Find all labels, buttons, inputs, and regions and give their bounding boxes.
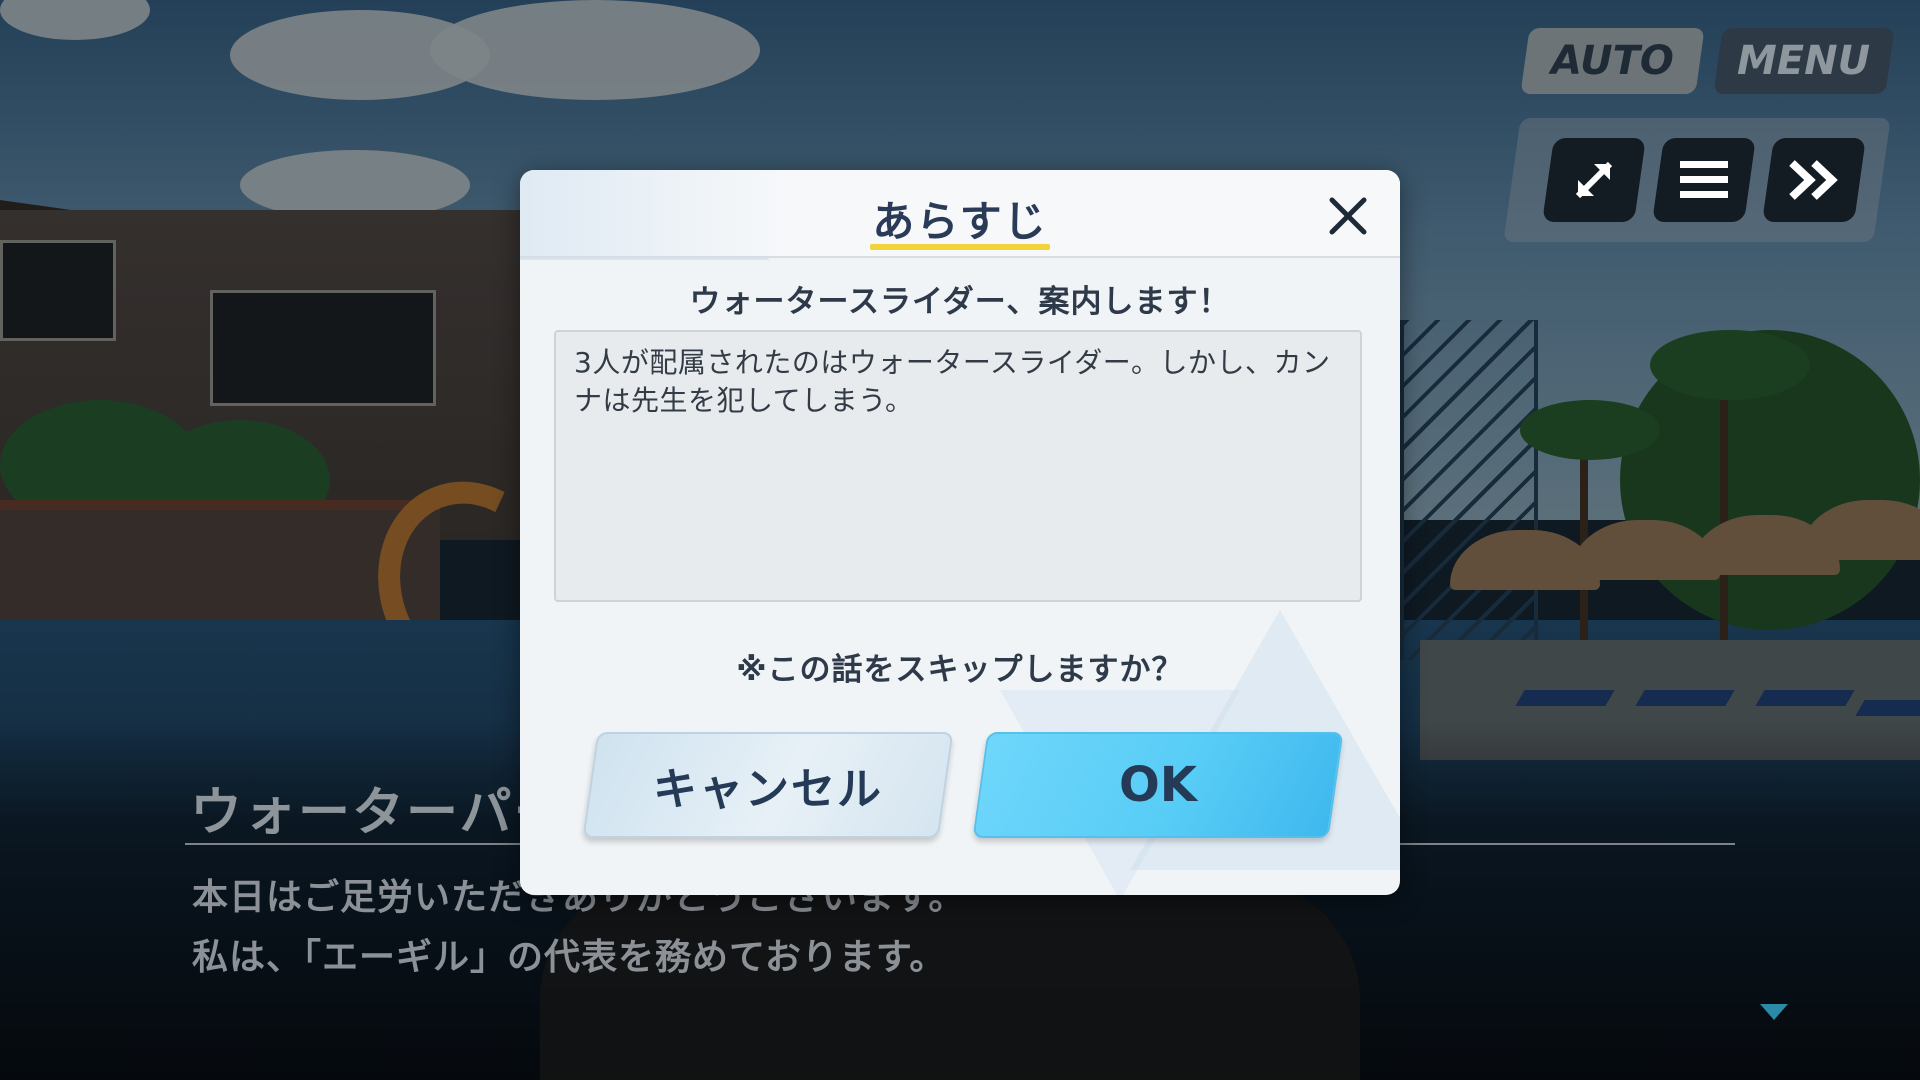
dialogue-line-2: 私は、「エーギル」の代表を務めております。 xyxy=(192,937,947,978)
log-icon xyxy=(1680,161,1728,198)
synopsis-dialog: あらすじ ウォータースライダー、案内します！ 3人が配属されたのはウォータースラ… xyxy=(520,170,1400,895)
menu-label: MENU xyxy=(1737,38,1871,84)
ok-label: OK xyxy=(1119,757,1197,813)
next-indicator-icon xyxy=(1760,1004,1788,1020)
episode-title: ウォータースライダー、案内します！ xyxy=(689,284,1231,320)
cancel-label: キャンセル xyxy=(653,764,883,815)
dialog-title: あらすじ xyxy=(872,197,1048,246)
auto-button[interactable]: AUTO xyxy=(1520,28,1705,94)
ok-button[interactable]: OK xyxy=(972,732,1344,838)
auto-label: AUTO xyxy=(1551,38,1674,84)
close-icon xyxy=(1329,197,1367,235)
speaker-name: ウォーターパー xyxy=(190,783,568,843)
log-button[interactable] xyxy=(1652,138,1756,222)
expand-button[interactable] xyxy=(1542,138,1646,222)
synopsis-text: 3人が配属されたのはウォータースライダー。しかし、カンナは先生を犯してしまう。 xyxy=(554,330,1362,602)
fast-forward-icon xyxy=(1789,160,1838,200)
expand-icon xyxy=(1575,161,1613,199)
menu-button[interactable]: MENU xyxy=(1713,28,1895,94)
fast-forward-button[interactable] xyxy=(1762,138,1866,222)
close-button[interactable] xyxy=(1324,192,1372,240)
cancel-button[interactable]: キャンセル xyxy=(582,732,954,838)
title-underline xyxy=(870,244,1050,250)
skip-question: ※この話をスキップしますか？ xyxy=(736,652,1184,688)
